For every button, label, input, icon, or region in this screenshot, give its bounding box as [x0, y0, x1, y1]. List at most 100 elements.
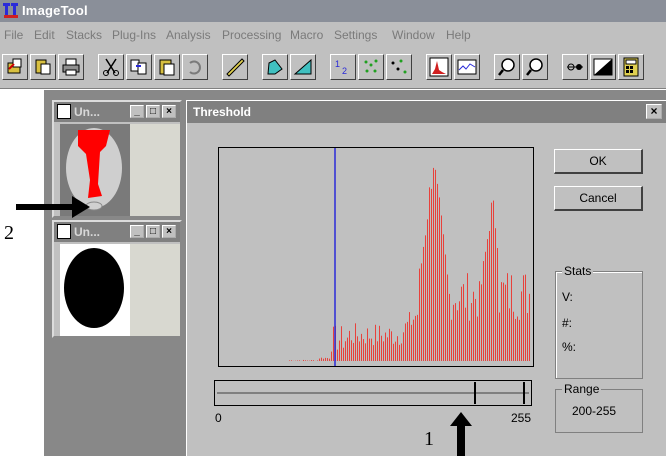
histogram-bar: [435, 169, 436, 361]
maximize-button[interactable]: □: [146, 225, 160, 238]
histogram-bar: [459, 301, 460, 361]
histogram-bar: [289, 360, 290, 361]
histogram-bar: [489, 230, 490, 361]
histogram-bar: [483, 261, 484, 361]
histogram-bar: [353, 342, 354, 361]
histogram-bar: [515, 318, 516, 361]
histogram-bar: [457, 310, 458, 361]
profile-icon: [457, 59, 477, 75]
image-window-1-title: Un...: [74, 105, 100, 119]
menu-processing[interactable]: Processing: [222, 28, 281, 42]
profile-button[interactable]: [454, 54, 480, 80]
histogram-bar: [319, 358, 320, 361]
calculator-button[interactable]: [618, 54, 644, 80]
histogram-bar: [331, 351, 332, 361]
histogram-bar: [381, 335, 382, 361]
threshold-dialog-titlebar[interactable]: Threshold ×: [187, 101, 666, 123]
histogram-bar: [371, 338, 372, 361]
minimize-button[interactable]: _: [130, 225, 144, 238]
histogram-bar: [527, 312, 528, 361]
zoom-in-button[interactable]: [494, 54, 520, 80]
histogram-bar: [431, 188, 432, 361]
clipboard-button[interactable]: [154, 54, 180, 80]
menu-help[interactable]: Help: [446, 28, 471, 42]
open-button[interactable]: [2, 54, 28, 80]
histogram-bar: [487, 239, 488, 361]
cut-button[interactable]: [98, 54, 124, 80]
stats-count-label: #:: [562, 316, 573, 330]
ok-button[interactable]: OK: [554, 149, 643, 174]
menu-file[interactable]: File: [4, 28, 23, 42]
histogram-bar: [491, 202, 492, 361]
histogram-bar: [317, 360, 318, 361]
scatter-button[interactable]: [358, 54, 384, 80]
histogram-bar: [313, 360, 314, 361]
menu-edit[interactable]: Edit: [34, 28, 55, 42]
stats-group: Stats V: #: %:: [555, 264, 643, 379]
histogram-bar: [525, 274, 526, 361]
histogram-bar: [481, 284, 482, 361]
angle-button[interactable]: [290, 54, 316, 80]
copy-button[interactable]: [126, 54, 152, 80]
paste-button[interactable]: [30, 54, 56, 80]
print-button[interactable]: [58, 54, 84, 80]
histogram-bar: [507, 273, 508, 361]
histogram-bar: [475, 298, 476, 361]
histogram-bar: [409, 312, 410, 361]
histogram-bar: [405, 323, 406, 361]
image-window-2[interactable]: Un... _ □ ×: [52, 220, 182, 338]
histogram-bar: [505, 284, 506, 361]
count-button[interactable]: 12: [330, 54, 356, 80]
range-value: 200-255: [572, 404, 617, 418]
menu-plug-ins[interactable]: Plug-Ins: [112, 28, 156, 42]
upper-threshold-handle[interactable]: [523, 382, 525, 404]
image-window-2-titlebar[interactable]: Un... _ □ ×: [54, 222, 180, 242]
toolbar: 12: [0, 48, 666, 89]
zoom-out-button[interactable]: [522, 54, 548, 80]
histogram-bar: [343, 347, 344, 361]
histogram-bar: [325, 357, 326, 361]
threshold-slider[interactable]: [214, 380, 532, 406]
menu-macro[interactable]: Macro: [290, 28, 323, 42]
stats-v-label: V:: [562, 290, 573, 304]
contrast-button[interactable]: [562, 54, 588, 80]
histogram-bar: [323, 358, 324, 361]
lower-threshold-handle[interactable]: [474, 382, 477, 404]
histogram-bar: [355, 323, 356, 361]
contrast-icon: [567, 63, 583, 71]
menu-window[interactable]: Window: [392, 28, 435, 42]
histogram-bar: [439, 197, 440, 361]
histogram-bar: [403, 332, 404, 361]
menu-analysis[interactable]: Analysis: [166, 28, 211, 42]
minimize-button[interactable]: _: [130, 105, 144, 118]
binary-mask-image[interactable]: [60, 244, 130, 336]
histogram-bar: [393, 343, 394, 361]
menu-stacks[interactable]: Stacks: [66, 28, 102, 42]
histogram-button[interactable]: [426, 54, 452, 80]
histogram-bar: [485, 251, 486, 361]
cut-icon: [103, 58, 119, 76]
histogram-bar: [521, 291, 522, 361]
dialog-close-button[interactable]: ×: [646, 104, 662, 119]
histogram-bar: [419, 268, 420, 361]
cancel-button[interactable]: Cancel: [554, 186, 643, 211]
close-button[interactable]: ×: [162, 225, 176, 238]
ruler-button[interactable]: [222, 54, 248, 80]
invert-button[interactable]: [590, 54, 616, 80]
menu-settings[interactable]: Settings: [334, 28, 377, 42]
close-button[interactable]: ×: [162, 105, 176, 118]
slider-min-label: 0: [215, 411, 222, 425]
points-button[interactable]: [386, 54, 412, 80]
histogram-bar: [351, 340, 352, 361]
histogram-bar: [513, 311, 514, 361]
maximize-button[interactable]: □: [146, 105, 160, 118]
histogram-bar: [463, 284, 464, 361]
points-icon: [391, 59, 407, 74]
image-window-1-titlebar[interactable]: Un... _ □ ×: [54, 102, 180, 122]
undo-button[interactable]: [182, 54, 208, 80]
histogram-bar: [529, 293, 530, 361]
polygon-button[interactable]: [262, 54, 288, 80]
histogram-bar: [417, 314, 418, 361]
histogram-bar: [345, 341, 346, 361]
paste-icon: [35, 59, 51, 75]
